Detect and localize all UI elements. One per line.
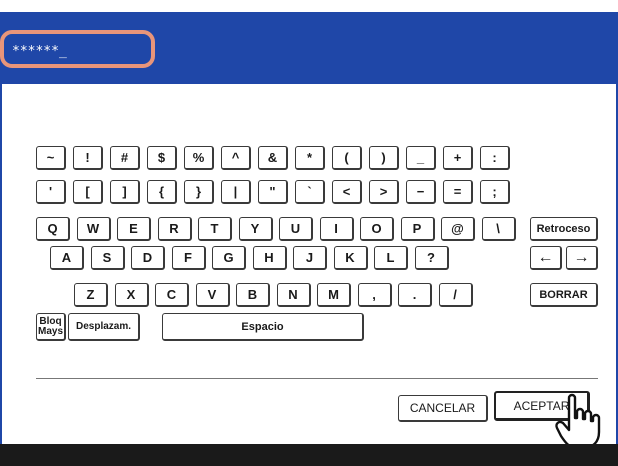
key-row1-10[interactable]: _ <box>406 146 436 170</box>
arrow-right-icon[interactable]: → <box>566 246 598 270</box>
password-input[interactable]: ******_ <box>0 30 155 68</box>
backspace-key[interactable]: Retroceso <box>530 217 598 241</box>
key-row1-1[interactable]: ! <box>73 146 103 170</box>
left-border <box>0 84 2 444</box>
key-row3-8[interactable]: O <box>360 217 394 241</box>
divider <box>36 378 598 379</box>
key-row1-3[interactable]: $ <box>147 146 177 170</box>
key-row1-2[interactable]: # <box>110 146 140 170</box>
key-row4-9[interactable]: ? <box>414 246 449 270</box>
key-row2-3[interactable]: { <box>147 180 177 204</box>
key-row5-7[interactable]: , <box>357 283 392 307</box>
key-row4-7[interactable]: K <box>333 246 368 270</box>
key-row3-3[interactable]: R <box>157 217 192 241</box>
key-row1-7[interactable]: * <box>295 146 325 170</box>
key-row4-2[interactable]: D <box>131 246 165 270</box>
key-row2-12[interactable]: ; <box>480 180 510 204</box>
accept-button[interactable]: ACEPTAR <box>494 391 590 421</box>
bottom-bar <box>0 444 618 466</box>
clear-key[interactable]: BORRAR <box>530 283 598 307</box>
key-row3-1[interactable]: W <box>76 217 111 241</box>
key-row5-4[interactable]: B <box>236 283 270 307</box>
key-row4-6[interactable]: J <box>293 246 327 270</box>
key-row4-4[interactable]: G <box>212 246 246 270</box>
key-row1-12[interactable]: : <box>480 146 510 170</box>
key-row4-8[interactable]: L <box>374 246 408 270</box>
key-row5-2[interactable]: C <box>155 283 189 307</box>
key-row2-8[interactable]: < <box>332 180 362 204</box>
key-row5-1[interactable]: X <box>114 283 149 307</box>
key-row2-5[interactable]: | <box>221 180 251 204</box>
key-row3-7[interactable]: I <box>319 217 354 241</box>
key-row3-5[interactable]: Y <box>238 217 273 241</box>
key-row1-0[interactable]: ~ <box>36 146 66 170</box>
key-row1-4[interactable]: % <box>184 146 214 170</box>
key-row2-6[interactable]: " <box>258 180 288 204</box>
key-row4-3[interactable]: F <box>171 246 206 270</box>
key-row5-8[interactable]: . <box>398 283 432 307</box>
arrow-left-icon[interactable]: ← <box>530 246 562 270</box>
key-row3-0[interactable]: Q <box>36 217 70 241</box>
key-row3-2[interactable]: E <box>117 217 151 241</box>
key-row1-9[interactable]: ) <box>369 146 399 170</box>
key-row4-0[interactable]: A <box>50 246 84 270</box>
key-row5-9[interactable]: / <box>438 283 473 307</box>
space-key[interactable]: Espacio <box>162 313 364 341</box>
key-row2-7[interactable]: ` <box>295 180 325 204</box>
key-row5-0[interactable]: Z <box>74 283 108 307</box>
cancel-button[interactable]: CANCELAR <box>398 395 488 422</box>
key-row3-11[interactable]: \ <box>481 217 516 241</box>
key-row2-1[interactable]: [ <box>73 180 103 204</box>
key-row5-3[interactable]: V <box>195 283 230 307</box>
key-row3-6[interactable]: U <box>279 217 313 241</box>
key-row5-5[interactable]: N <box>276 283 311 307</box>
keyboard-screen: ******_ ~! # $% ^ & * () _ +: ' [] {} | " ` < > − =; Q W E R T Y… <box>0 0 618 466</box>
key-row2-10[interactable]: − <box>406 180 436 204</box>
caps-lock-key[interactable]: Bloq Mays <box>36 313 66 341</box>
shift-key[interactable]: Desplazam. <box>68 313 140 341</box>
key-row2-11[interactable]: = <box>443 180 473 204</box>
key-row4-1[interactable]: S <box>90 246 125 270</box>
key-row1-11[interactable]: + <box>443 146 473 170</box>
key-row1-5[interactable]: ^ <box>221 146 251 170</box>
key-row3-4[interactable]: T <box>198 217 232 241</box>
key-row5-6[interactable]: M <box>317 283 351 307</box>
key-row2-9[interactable]: > <box>369 180 399 204</box>
key-row2-2[interactable]: ] <box>110 180 140 204</box>
key-row1-8[interactable]: ( <box>332 146 362 170</box>
caps-lock-label: Bloq Mays <box>37 315 63 337</box>
key-row1-6[interactable]: & <box>258 146 288 170</box>
key-row3-10[interactable]: @ <box>441 217 475 241</box>
key-row4-5[interactable]: H <box>252 246 287 270</box>
key-row2-4[interactable]: } <box>184 180 214 204</box>
key-row2-0[interactable]: ' <box>36 180 66 204</box>
key-row3-9[interactable]: P <box>400 217 435 241</box>
